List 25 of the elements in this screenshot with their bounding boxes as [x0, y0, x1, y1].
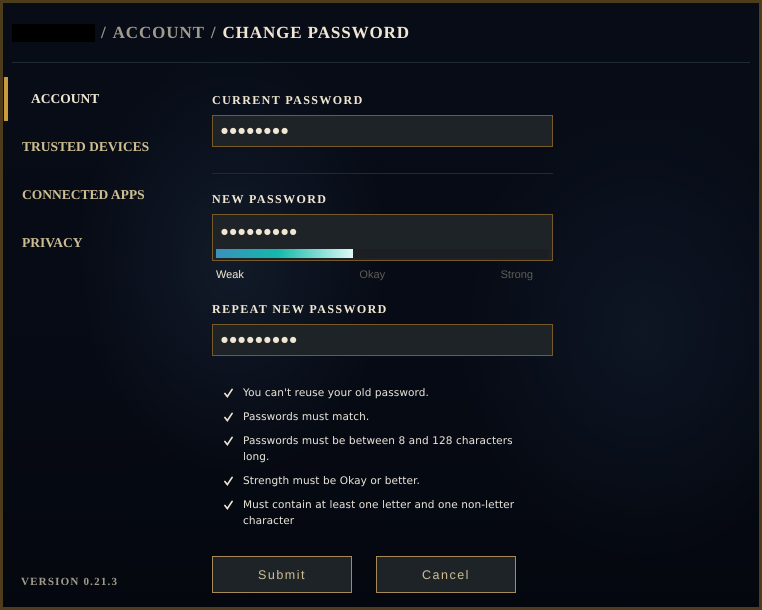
strength-label: Okay [359, 268, 386, 282]
field-label: CURRENT PASSWORD [212, 92, 364, 108]
requirement-text: Passwords must match. [243, 410, 370, 425]
action-button[interactable]: Submit [212, 556, 352, 593]
page-title: CHANGE PASSWORD [222, 24, 410, 42]
requirement-text: Passwords must be between 8 and 128 characters long. [243, 434, 514, 465]
strength-label: Strong [500, 268, 533, 282]
breadcrumb-link[interactable]: ACCOUNT [112, 24, 205, 42]
requirement-text: Strength must be Okay or better. [243, 474, 421, 489]
sidebar-item[interactable]: CONNECTED APPS [4, 173, 145, 217]
breadcrumb-separator: / [210, 24, 216, 42]
strength-label: Weak [216, 268, 244, 282]
password-field[interactable]: ●●●●●●●●● [212, 214, 553, 261]
version-label: VERSION 0.21.3 [20, 575, 118, 589]
action-button[interactable]: Cancel [376, 556, 516, 593]
requirement-text: You can't reuse your old password. [243, 386, 430, 401]
password-field[interactable]: ●●●●●●●●● [212, 324, 553, 356]
sidebar-item[interactable]: ACCOUNT [4, 77, 100, 121]
breadcrumb-separator: / [101, 24, 107, 42]
sidebar-item[interactable]: PRIVACY [4, 221, 83, 265]
password-field[interactable]: ●●●●●●●● [212, 115, 553, 147]
field-label: NEW PASSWORD [212, 191, 328, 207]
field-label: REPEAT NEW PASSWORD [212, 301, 388, 317]
requirement-text: Must contain at least one letter and one non-letter character [243, 498, 516, 529]
sidebar-item[interactable]: TRUSTED DEVICES [4, 125, 150, 169]
